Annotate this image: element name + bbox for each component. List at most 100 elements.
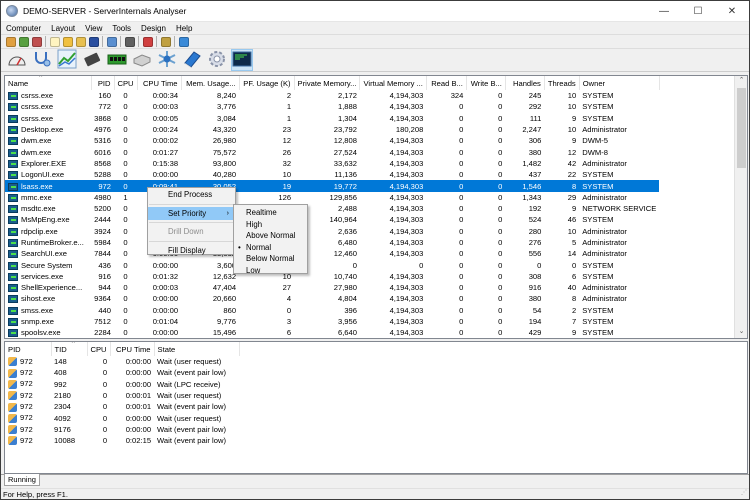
binoculars-icon[interactable] xyxy=(124,36,135,47)
tab-running[interactable]: Running xyxy=(4,474,40,486)
save-icon[interactable] xyxy=(88,36,99,47)
process-row[interactable]: sihost.exe 9364 0 0:00:00 20,660 4 4,804 4,194,… xyxy=(5,293,659,304)
column-header-read-b[interactable]: Read B... xyxy=(426,76,467,90)
cell-value: 972 xyxy=(98,181,111,191)
menu-item-set-priority[interactable]: Set Priority › xyxy=(148,206,235,220)
window-icon[interactable] xyxy=(106,36,117,47)
upload-icon[interactable] xyxy=(18,36,29,47)
process-row[interactable]: spoolsv.exe 2284 0 0:00:00 15,496 6 6,640 4,194… xyxy=(5,327,659,338)
thread-row[interactable]: 972 2304 0 0:00:01 Wait (event pair low) xyxy=(5,401,239,412)
column-header-cpu-time[interactable]: CPU Time xyxy=(110,342,155,356)
thread-row[interactable]: 972 2180 0 0:00:01 Wait (user request) xyxy=(5,390,239,401)
process-row[interactable]: Desktop.exe 4976 0 0:00:24 43,320 23 23,792 180… xyxy=(5,124,659,135)
priority-above-normal[interactable]: Above Normal xyxy=(234,230,307,242)
menu-layout[interactable]: Layout xyxy=(46,24,80,33)
add-folder-icon[interactable] xyxy=(75,36,86,47)
priority-realtime[interactable]: Realtime xyxy=(234,207,307,219)
menu-design[interactable]: Design xyxy=(136,24,171,33)
checklist-icon[interactable] xyxy=(142,36,153,47)
priority-below-normal[interactable]: Below Normal xyxy=(234,253,307,265)
menu-view[interactable]: View xyxy=(80,24,107,33)
process-row[interactable]: Secure System 436 0 0:00:00 3,600 0 0 0 0 0 0 SYSTE… xyxy=(5,259,659,270)
scroll-down-icon[interactable]: ⌄ xyxy=(735,327,748,338)
process-row[interactable]: LogonUI.exe 5288 0 0:00:00 40,280 10 11,136 4,1… xyxy=(5,169,659,180)
process-row[interactable]: SearchUI.exe784400:00:0033,03212,4604,19… xyxy=(5,248,659,259)
title-bar[interactable]: DEMO-SERVER - ServerInternals Analyser —… xyxy=(1,1,749,21)
open-folder-icon[interactable] xyxy=(62,36,73,47)
column-header-tid[interactable]: TID ˄ xyxy=(51,342,88,356)
process-row[interactable]: services.exe 916 0 0:01:32 12,632 10 10,740 4,1… xyxy=(5,271,659,282)
process-row[interactable]: rdpclip.exe 3924 0 2,636 4,194,303 0 0 280 10 Adm… xyxy=(5,226,659,237)
column-header-threads[interactable]: Threads xyxy=(544,76,580,90)
priority-low[interactable]: Low xyxy=(234,265,307,277)
process-row[interactable]: snmp.exe 7512 0 0:01:04 9,776 3 3,956 4,194,303… xyxy=(5,316,659,327)
menu-item-fill-display[interactable]: Fill Display xyxy=(148,244,235,258)
performance-chart-button[interactable] xyxy=(56,49,78,71)
menu-help[interactable]: Help xyxy=(171,24,197,33)
thread-row[interactable]: 972 408 0 0:00:00 Wait (event pair low) xyxy=(5,367,239,378)
book-button[interactable] xyxy=(181,49,203,71)
maximize-button[interactable]: ☐ xyxy=(681,1,715,21)
network-button[interactable] xyxy=(156,49,178,71)
connect-icon[interactable] xyxy=(5,36,16,47)
process-row[interactable]: RuntimeBroker.e... 5984 0 6,480 4,194,303 0 0 2… xyxy=(5,237,659,248)
cpu-chip-button[interactable] xyxy=(81,49,103,71)
thread-row[interactable]: 972 4092 0 0:00:00 Wait (user request) xyxy=(5,412,239,423)
process-row[interactable]: csrss.exe 160 0 0:00:34 8,240 2 2,172 4,194,303… xyxy=(5,90,659,101)
cell-value: 1,304 xyxy=(337,113,357,123)
menu-computer[interactable]: Computer xyxy=(1,24,46,33)
process-row[interactable]: dwm.exe 6016 0 0:01:27 75,572 26 27,524 4,194,3… xyxy=(5,146,659,157)
column-header-write-b[interactable]: Write B... xyxy=(466,76,506,90)
column-header-handles[interactable]: Handles xyxy=(505,76,545,90)
scroll-up-icon[interactable]: ⌃ xyxy=(735,76,748,87)
column-header-private-memory[interactable]: Private Memory... xyxy=(294,76,361,90)
column-header-pid[interactable]: PID xyxy=(5,342,52,356)
column-header-owner[interactable]: Owner xyxy=(579,76,660,90)
settings-gear-button[interactable] xyxy=(206,49,228,71)
process-row[interactable]: ShellExperience... 944 0 0:00:03 47,404 27 27,… xyxy=(5,282,659,293)
thread-row[interactable]: 972 148 0 0:00:00 Wait (user request) xyxy=(5,356,239,367)
column-header-pf-usage-k[interactable]: PF. Usage (K) xyxy=(239,76,295,90)
resize-grip-icon[interactable]: ⋰ xyxy=(741,488,747,499)
process-row[interactable]: MsMpEng.exe 2444 0 140,964 4,194,303 0 0 524 46 S… xyxy=(5,214,659,225)
menu-item-end-process[interactable]: End Process xyxy=(148,188,235,202)
column-header-virtual-memory[interactable]: Virtual Memory ... xyxy=(359,76,427,90)
thread-row[interactable]: 972 992 0 0:00:00 Wait (LPC receive) xyxy=(5,379,239,390)
column-header-state[interactable]: State xyxy=(154,342,240,356)
process-row[interactable]: lsass.exe97200:09:4130,0521919,7724,194,… xyxy=(5,180,660,192)
priority-high[interactable]: High xyxy=(234,219,307,231)
processes-console-button[interactable] xyxy=(230,49,253,71)
thread-row[interactable]: 972 10088 0 0:02:15 Wait (event pair low) xyxy=(5,435,239,446)
disconnect-icon[interactable] xyxy=(31,36,42,47)
thread-row[interactable]: 972 9176 0 0:00:00 Wait (event pair low) xyxy=(5,424,239,435)
column-header-pid[interactable]: PID xyxy=(91,76,115,90)
process-row[interactable]: smss.exe 440 0 0:00:00 860 0 396 4,194,303 0 0 54 2… xyxy=(5,305,659,316)
vertical-scrollbar[interactable]: ⌃ ⌄ xyxy=(734,76,747,338)
disk-drive-button[interactable] xyxy=(131,49,153,71)
column-header-mem-usage[interactable]: Mem. Usage... xyxy=(181,76,240,90)
column-header-cpu-time[interactable]: CPU Time xyxy=(137,76,182,90)
column-header-name[interactable]: Name ˄ xyxy=(5,76,92,90)
process-row[interactable]: msdtc.exe 5200 0 2,488 4,194,303 0 0 192 9 NETWOR… xyxy=(5,203,659,214)
stethoscope-button[interactable] xyxy=(31,49,53,71)
memory-module-button[interactable] xyxy=(106,49,128,71)
edit-icon[interactable] xyxy=(160,36,171,47)
thread-list[interactable]: PID TID ˄ CPU CPU Time State 972 148 0 0:00:00 Wa… xyxy=(4,341,748,474)
column-header-cpu[interactable]: CPU xyxy=(114,76,138,90)
minimize-button[interactable]: — xyxy=(647,1,681,21)
help-icon[interactable] xyxy=(178,36,189,47)
menu-tools[interactable]: Tools xyxy=(107,24,136,33)
close-button[interactable]: ✕ xyxy=(715,1,749,21)
cell-value: 10 xyxy=(567,102,577,112)
priority-normal[interactable]: • Normal xyxy=(234,242,307,254)
new-document-icon[interactable] xyxy=(49,36,60,47)
scrollbar-thumb[interactable] xyxy=(737,88,746,168)
process-row[interactable]: mmc.exe 4980 1 126 129,856 4,194,303 0 0 1,343 29… xyxy=(5,192,659,203)
process-row[interactable]: dwm.exe 5316 0 0:00:02 26,980 12 12,808 4,194,3… xyxy=(5,135,659,146)
process-row[interactable]: csrss.exe 772 0 0:00:03 3,776 1 1,888 4,194,303… xyxy=(5,101,659,112)
column-header-cpu[interactable]: CPU xyxy=(87,342,111,356)
gauge-button[interactable] xyxy=(6,49,28,71)
process-row[interactable]: Explorer.EXE 8568 0 0:15:38 93,800 32 33,632 4,… xyxy=(5,158,659,169)
process-row[interactable]: csrss.exe 3868 0 0:00:05 3,084 1 1,304 4,194,30… xyxy=(5,113,659,124)
process-list[interactable]: Name ˄ PID CPU CPU Time Mem. Usage... PF. Usag… xyxy=(4,75,748,339)
